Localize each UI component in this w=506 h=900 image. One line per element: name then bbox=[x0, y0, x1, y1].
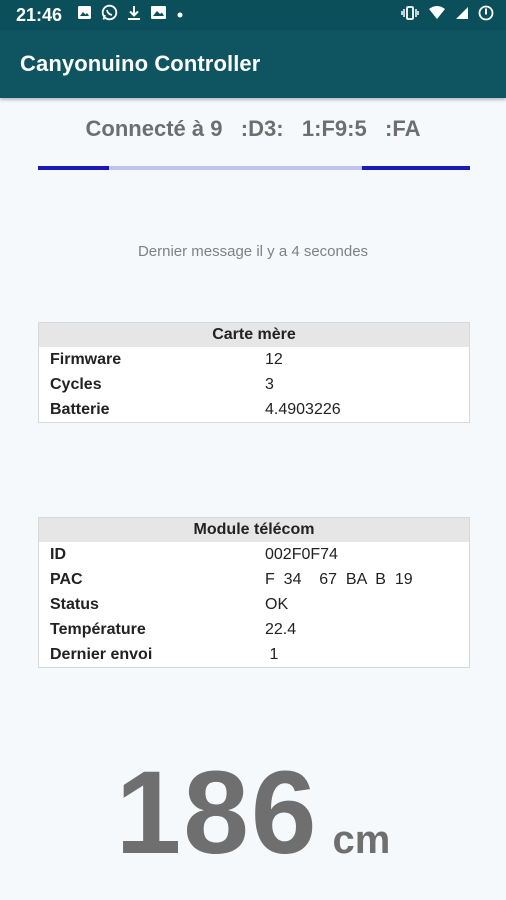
distance-value: 186 bbox=[115, 747, 319, 879]
row-key: Dernier envoi bbox=[50, 645, 153, 663]
row-value: 3 bbox=[265, 375, 274, 393]
table-row: Température 22.4 bbox=[39, 617, 469, 642]
table-row: Dernier envoi 1 bbox=[39, 642, 469, 667]
row-value: 1 bbox=[265, 645, 279, 663]
telecom-card-title: Module télécom bbox=[39, 518, 469, 542]
table-row: Cycles 3 bbox=[39, 372, 469, 397]
signal-icon bbox=[455, 6, 469, 25]
table-row: PAC F 34 67 BA B 19 bbox=[39, 567, 469, 592]
row-value: 22.4 bbox=[265, 620, 297, 638]
distance-unit: cm bbox=[332, 818, 391, 862]
status-bar-right bbox=[401, 5, 494, 26]
row-key: ID bbox=[50, 545, 66, 563]
connection-status: Connecté à 9 :D3: 1:F9:5 :FA bbox=[85, 116, 421, 141]
wifi-icon bbox=[428, 5, 446, 25]
status-bar: 21:46 bbox=[0, 0, 506, 30]
dot-icon bbox=[176, 6, 184, 24]
row-value: 4.4903226 bbox=[265, 400, 341, 418]
row-value: 12 bbox=[265, 350, 283, 368]
row-key: PAC bbox=[50, 570, 83, 588]
distance-readout: 186 cm bbox=[0, 745, 506, 881]
progress-segment bbox=[38, 166, 110, 170]
gallery-icon bbox=[150, 5, 167, 25]
row-key: Batterie bbox=[50, 400, 110, 418]
telecom-card: Module télécom ID 002F0F74 PAC F 34 67 B… bbox=[38, 517, 470, 668]
row-key: Firmware bbox=[50, 350, 122, 368]
row-key: Cycles bbox=[50, 375, 102, 393]
vibrate-icon bbox=[401, 5, 419, 26]
row-value: F 34 67 BA B 19 bbox=[265, 570, 413, 588]
download-icon bbox=[127, 5, 141, 26]
connection-progress-bar bbox=[38, 166, 470, 170]
mainboard-card: Carte mère Firmware 12 Cycles 3 Batterie… bbox=[38, 322, 470, 423]
table-row: ID 002F0F74 bbox=[39, 542, 469, 567]
app-bar: Canyonuino Controller bbox=[0, 30, 506, 98]
status-time: 21:46 bbox=[16, 4, 63, 25]
row-value: OK bbox=[265, 595, 289, 613]
row-key: Température bbox=[50, 620, 146, 638]
table-row: Batterie 4.4903226 bbox=[39, 397, 469, 422]
table-row: Status OK bbox=[39, 592, 469, 617]
app-title: Canyonuino Controller bbox=[20, 51, 261, 76]
battery-icon bbox=[478, 5, 494, 26]
row-value: 002F0F74 bbox=[265, 545, 338, 563]
last-message-text: Dernier message il y a 4 secondes bbox=[137, 243, 369, 260]
row-key: Status bbox=[50, 595, 99, 613]
status-bar-left: 21:46 bbox=[16, 4, 184, 26]
table-row: Firmware 12 bbox=[39, 347, 469, 372]
progress-segment bbox=[362, 166, 470, 170]
whatsapp-icon bbox=[101, 4, 118, 26]
image-icon bbox=[77, 5, 92, 25]
mainboard-card-title: Carte mère bbox=[39, 323, 469, 347]
